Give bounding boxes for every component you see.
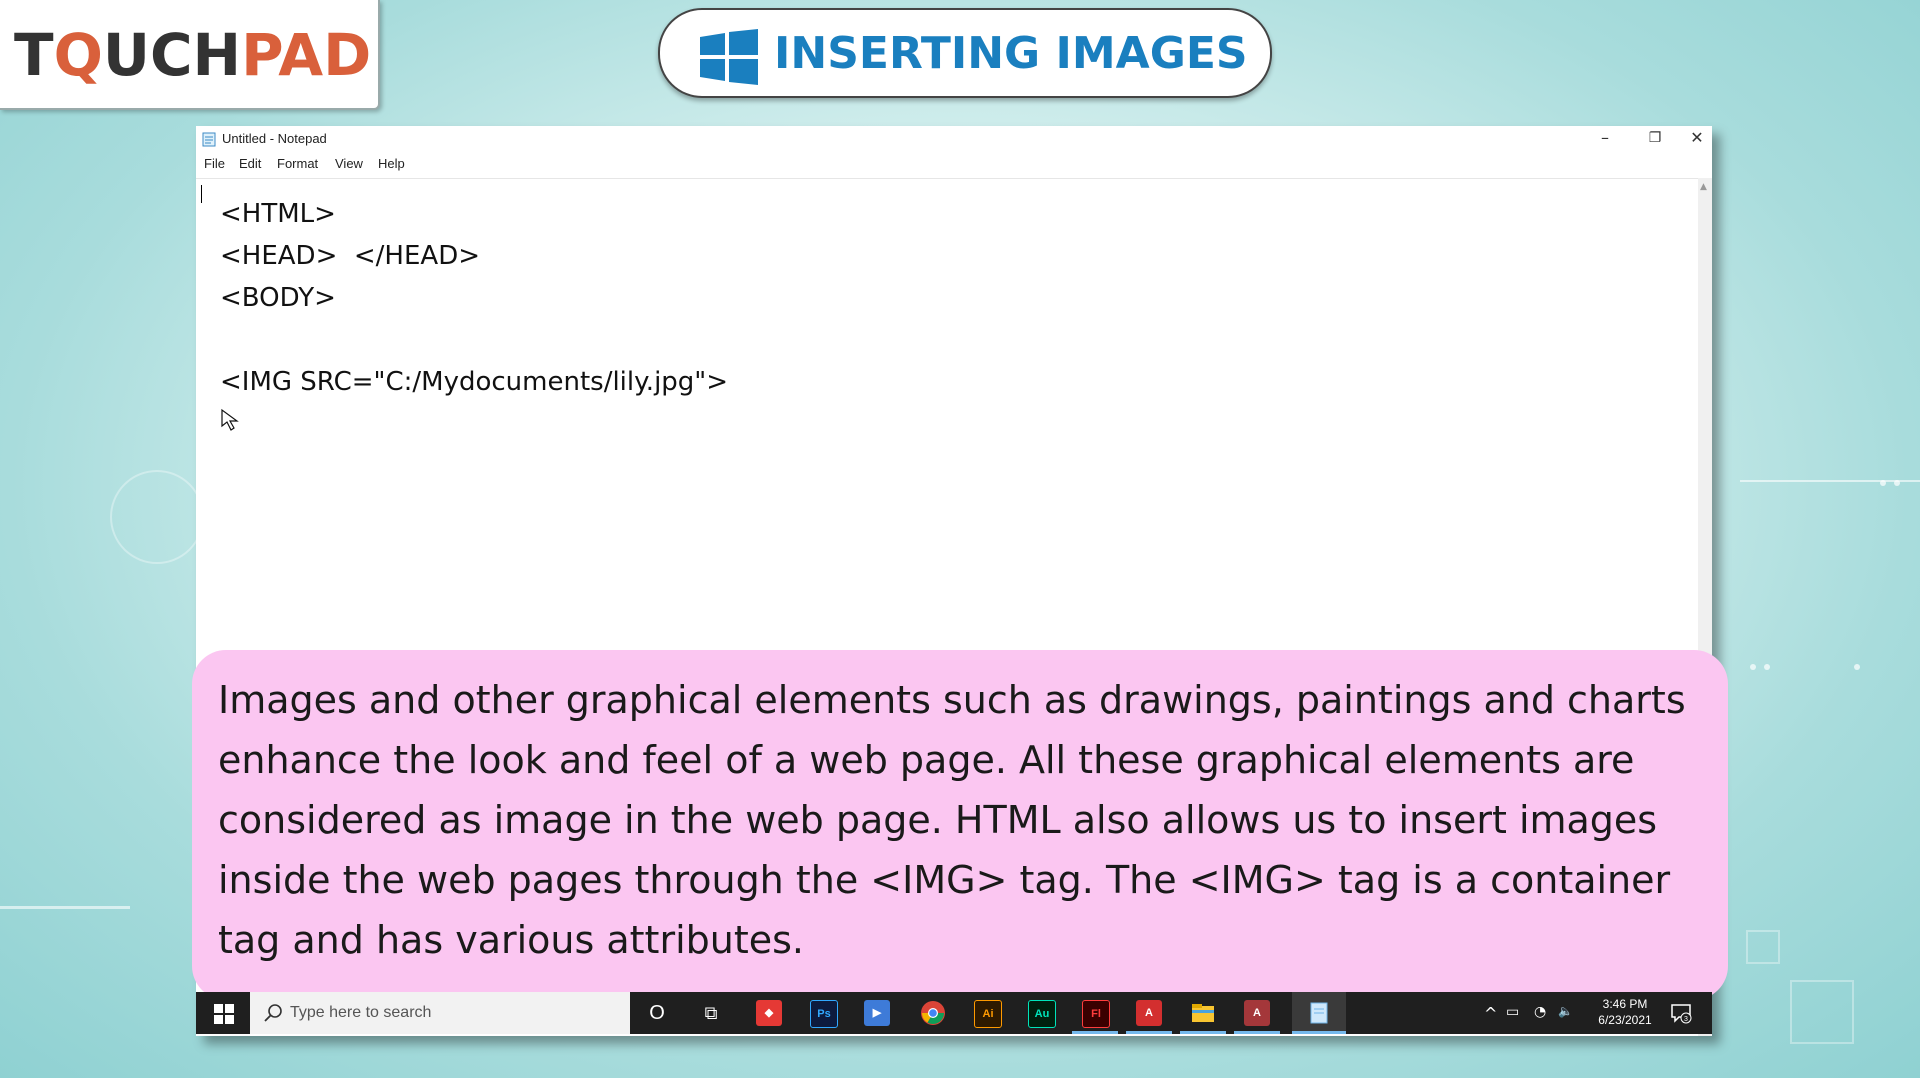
close-button[interactable]: ✕ <box>1682 126 1712 152</box>
clock-date: 6/23/2021 <box>1598 1013 1652 1027</box>
bg-decor-dot <box>1750 664 1756 670</box>
bg-decor-circle <box>110 470 204 564</box>
notepad-window-title: Untitled - Notepad <box>222 131 327 146</box>
code-line: <HTML> <box>220 199 336 229</box>
bg-decor-line <box>0 906 130 909</box>
clock-time: 3:46 PM <box>1602 997 1648 1011</box>
bg-decor-dot <box>1880 480 1886 486</box>
running-indicator <box>1072 1031 1118 1034</box>
text-caret <box>201 185 202 203</box>
code-line: <HEAD> </HEAD> <box>220 241 480 271</box>
minimize-button[interactable]: – <box>1582 126 1628 152</box>
bg-decor-dot <box>1854 664 1860 670</box>
bg-decor-dot <box>1894 480 1900 486</box>
wifi-icon[interactable]: ◔ <box>1534 1004 1546 1020</box>
menu-edit[interactable]: Edit <box>239 156 261 171</box>
restore-button[interactable]: ❐ <box>1632 126 1678 152</box>
code-line: <IMG SRC="C:/Mydocuments/lily.jpg"> <box>220 367 729 397</box>
taskbar-search-box[interactable]: Type here to search <box>250 992 630 1034</box>
caption-box: Images and other graphical elements such… <box>192 650 1728 1000</box>
windows-logo-icon <box>700 29 758 85</box>
task-view-icon[interactable]: ⧉ <box>698 1000 724 1026</box>
search-placeholder: Type here to search <box>290 1004 432 1021</box>
notepad-app-icon <box>202 132 216 147</box>
menu-help[interactable]: Help <box>378 156 405 171</box>
search-icon <box>264 1004 282 1022</box>
menu-format[interactable]: Format <box>277 156 318 171</box>
acrobat-icon[interactable]: A <box>1136 1000 1162 1026</box>
start-button-icon[interactable] <box>214 1004 234 1024</box>
notepad-titlebar[interactable]: Untitled - Notepad – ❐ ✕ <box>196 126 1712 152</box>
file-explorer-icon[interactable] <box>1190 1000 1216 1026</box>
chrome-icon[interactable] <box>920 1000 946 1026</box>
code-line: <BODY> <box>220 283 336 313</box>
menu-file[interactable]: File <box>204 156 225 171</box>
menu-view[interactable]: View <box>335 156 363 171</box>
photoshop-icon[interactable]: Ps <box>810 1000 838 1028</box>
bg-decor-dot <box>1764 664 1770 670</box>
taskbar-clock[interactable]: 3:46 PM 6/23/2021 <box>1590 996 1660 1028</box>
notepad-taskbar-active[interactable] <box>1292 992 1346 1034</box>
cortana-icon[interactable]: O <box>644 1000 670 1026</box>
svg-text:3: 3 <box>1684 1016 1688 1023</box>
access-icon[interactable]: A <box>1244 1000 1270 1026</box>
mouse-pointer-icon <box>221 408 239 431</box>
flash-icon[interactable]: Fl <box>1082 1000 1110 1028</box>
battery-icon[interactable]: ▭ <box>1506 1004 1519 1020</box>
audition-icon[interactable]: Au <box>1028 1000 1056 1028</box>
bg-decor-square <box>1790 980 1854 1044</box>
notification-center-icon[interactable]: 3 <box>1670 1002 1692 1024</box>
windows-taskbar: Type here to search O ⧉ ◆ Ps ▶ Ai Au Fl … <box>196 992 1712 1034</box>
anydesk-icon[interactable]: ◆ <box>756 1000 782 1026</box>
running-indicator <box>1126 1031 1172 1034</box>
volume-icon[interactable]: 🔈 <box>1558 1004 1573 1018</box>
slide-title: INSERTING IMAGES <box>658 8 1272 98</box>
running-indicator <box>1234 1031 1280 1034</box>
caption-text: Images and other graphical elements such… <box>218 678 1686 962</box>
illustrator-icon[interactable]: Ai <box>974 1000 1002 1028</box>
running-indicator <box>1292 1031 1346 1034</box>
bg-decor-square <box>1746 930 1780 964</box>
scroll-up-arrow-icon[interactable]: ▲ <box>1700 182 1707 192</box>
touchpad-logo: TQUCHPAD <box>0 0 380 110</box>
bg-decor-line <box>1740 480 1920 482</box>
slide-title-text: INSERTING IMAGES <box>774 28 1248 79</box>
media-player-icon[interactable]: ▶ <box>864 1000 890 1026</box>
running-indicator <box>1180 1031 1226 1034</box>
logo-text: TQUCHPAD <box>14 21 372 89</box>
tray-chevron-icon[interactable]: ^ <box>1484 1004 1497 1023</box>
notepad-taskbar-icon <box>1310 1002 1328 1024</box>
